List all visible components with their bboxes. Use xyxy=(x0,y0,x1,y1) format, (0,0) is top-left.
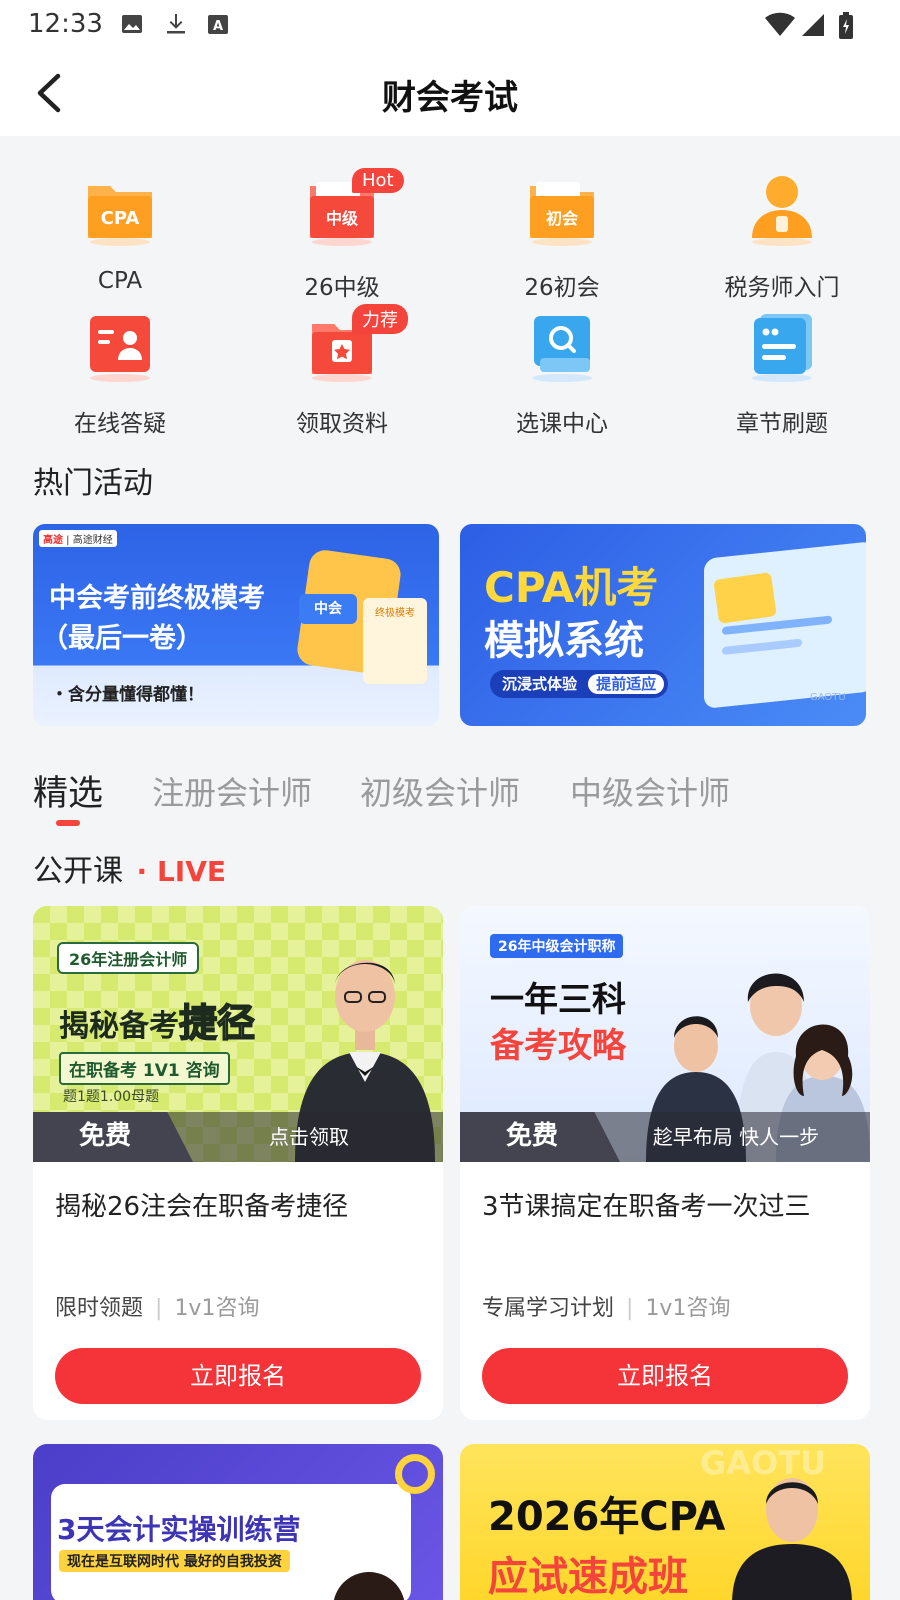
grid-label: CPA xyxy=(97,268,143,294)
hot-badge: Hot xyxy=(352,168,404,193)
grid-label: 26中级 xyxy=(304,275,380,301)
tab-featured[interactable]: 精选 xyxy=(33,765,103,816)
brand-logo: 高途 | 高途财经 xyxy=(39,530,117,547)
banner-note-art xyxy=(713,572,777,624)
search-box-icon xyxy=(532,316,592,382)
tab-junior-accountant[interactable]: 初级会计师 xyxy=(360,768,520,814)
svg-text:A: A xyxy=(213,19,223,34)
free-note: 点击领取 xyxy=(269,1125,349,1149)
svg-text:中级: 中级 xyxy=(326,209,359,228)
banner-line2: （最后一卷） xyxy=(41,623,203,654)
tab-active-indicator xyxy=(56,820,80,826)
grid-item-chapter-drill[interactable]: 章节刷题 xyxy=(682,308,882,438)
id-card-icon xyxy=(90,316,150,382)
enroll-button[interactable]: 立即报名 xyxy=(482,1348,848,1404)
banner-watermark: GAOTU xyxy=(810,692,846,703)
signal-icon xyxy=(802,14,824,36)
grid-item-tax[interactable]: 税务师入门 xyxy=(682,172,882,302)
banner-tag1: 中会 xyxy=(299,594,357,624)
course-card[interactable]: 26年注册会计师 揭秘备考捷径 在职备考 1V1 咨询 题1题1.00母题 免费… xyxy=(33,906,443,1420)
banner-pills: 沉浸式体验 提前适应 xyxy=(490,670,669,698)
grid-item-intermediate[interactable]: 中级 Hot 26中级 xyxy=(242,168,442,302)
banner-line2: 模拟系统 xyxy=(484,618,644,664)
person-lock-icon xyxy=(752,176,812,246)
svg-text:CPA: CPA xyxy=(101,208,140,229)
recommend-badge: 力荐 xyxy=(352,304,408,334)
grid-item-qa[interactable]: 在线答疑 xyxy=(20,308,220,438)
free-note: 趁早布局 快人一步 xyxy=(652,1125,820,1149)
quote-note-icon xyxy=(752,314,812,382)
free-label: 免费 xyxy=(79,1121,132,1151)
image-icon xyxy=(122,15,142,33)
grid-label: 税务师入门 xyxy=(724,275,840,301)
banner-tag2: 终极模考 xyxy=(363,598,427,684)
banner-line1: CPA机考 xyxy=(484,563,659,612)
course-card[interactable]: GAOTU 2026年CPA 应试速成班 xyxy=(460,1444,870,1600)
grid-label: 选课中心 xyxy=(516,411,608,437)
folder-junior-icon: 初会 xyxy=(530,182,594,246)
grid-label: 章节刷题 xyxy=(736,411,828,437)
thumb-line2: 现在是互联网时代 最好的自我投资 xyxy=(59,1550,290,1572)
battery-icon xyxy=(839,12,853,39)
wifi-icon xyxy=(765,12,795,36)
course-card[interactable]: 26年中级会计职称 一年三科 备考攻略 免费 趁早布局 快人一步 3节课搞定在职… xyxy=(460,906,870,1420)
section-title-open-class: 公开课 · LIVE xyxy=(33,854,226,889)
course-meta: 限时领题 | 1v1咨询 xyxy=(55,1296,260,1321)
thumb-line1: 2026年CPA xyxy=(488,1494,726,1540)
course-title: 3节课搞定在职备考一次过三 xyxy=(482,1192,811,1222)
banner-line1: 中会考前终极模考 xyxy=(49,583,265,614)
banner-monitor-art xyxy=(704,541,866,709)
grid-label: 26初会 xyxy=(524,275,600,301)
free-bar: 免费 趁早布局 快人一步 xyxy=(460,1112,870,1162)
grid-item-cpa[interactable]: CPA CPA xyxy=(20,172,220,302)
tab-cpa[interactable]: 注册会计师 xyxy=(152,768,312,814)
grid-label: 在线答疑 xyxy=(74,411,166,437)
grid-item-course-center[interactable]: 选课中心 xyxy=(462,308,662,438)
grid-label: 领取资料 xyxy=(296,411,388,437)
grid-item-junior[interactable]: 初会 26初会 xyxy=(462,172,662,302)
banner-mock-exam[interactable]: 高途 | 高途财经 中会考前终极模考 （最后一卷） ・含分量懂得都懂！ 中会 终… xyxy=(33,524,439,726)
download-icon xyxy=(167,14,185,34)
course-meta: 专属学习计划 | 1v1咨询 xyxy=(482,1296,731,1321)
svg-text:初会: 初会 xyxy=(546,209,578,228)
banner-bottom: ・含分量懂得都懂！ xyxy=(51,685,204,705)
circle-decor xyxy=(395,1454,435,1494)
free-bar: 免费 点击领取 xyxy=(33,1112,443,1162)
section-title-hot: 热门活动 xyxy=(33,466,153,501)
free-label: 免费 xyxy=(506,1121,559,1151)
course-title: 揭秘26注会在职备考捷径 xyxy=(55,1192,349,1222)
banner-cpa-system[interactable]: CPA机考 模拟系统 沉浸式体验 提前适应 GAOTU xyxy=(460,524,866,726)
status-time: 12:33 xyxy=(28,9,103,39)
page-title: 财会考试 xyxy=(382,78,518,118)
status-bar: 12:33 A xyxy=(0,0,900,50)
grid-item-materials[interactable]: 力荐 领取资料 xyxy=(242,304,442,438)
teacher-photo xyxy=(732,1478,852,1600)
tab-intermediate-accountant[interactable]: 中级会计师 xyxy=(570,768,730,814)
thumb-line1: 3天会计实操训练营 xyxy=(57,1513,301,1546)
course-card[interactable]: 3天会计实操训练营 现在是互联网时代 最好的自我投资 xyxy=(33,1444,443,1600)
live-badge: · LIVE xyxy=(136,855,226,888)
enroll-button[interactable]: 立即报名 xyxy=(55,1348,421,1404)
folder-cpa-icon: CPA xyxy=(88,186,152,246)
nav-bar: 财会考试 xyxy=(0,50,900,136)
thumb-line2: 应试速成班 xyxy=(488,1554,688,1600)
category-tabs: 精选 注册会计师 初级会计师 中级会计师 xyxy=(0,768,900,828)
font-icon: A xyxy=(208,15,228,34)
